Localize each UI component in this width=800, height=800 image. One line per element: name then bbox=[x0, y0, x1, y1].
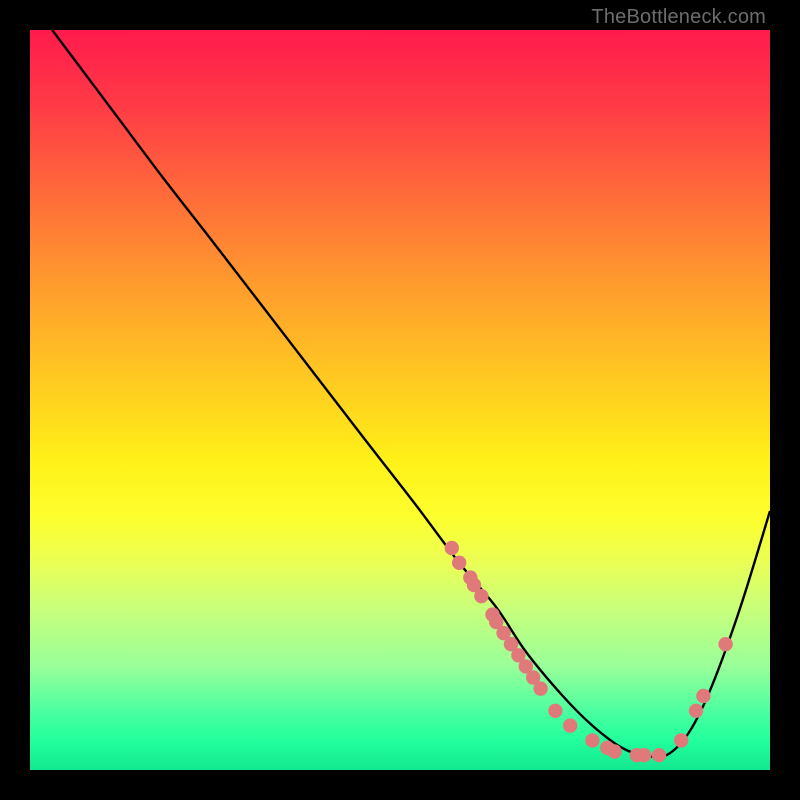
highlight-dots-group bbox=[445, 541, 733, 763]
highlight-dot bbox=[585, 733, 599, 747]
watermark-text: TheBottleneck.com bbox=[591, 6, 766, 29]
highlight-dot bbox=[637, 748, 651, 762]
highlight-dot bbox=[652, 748, 666, 762]
highlight-dot bbox=[474, 589, 488, 603]
highlight-dot bbox=[533, 681, 547, 695]
highlight-dot bbox=[696, 689, 710, 703]
highlight-dot bbox=[607, 744, 621, 758]
highlight-dot bbox=[445, 541, 459, 555]
chart-plot-area bbox=[30, 30, 770, 770]
highlight-dot bbox=[563, 718, 577, 732]
highlight-dot bbox=[689, 704, 703, 718]
highlight-dot bbox=[548, 704, 562, 718]
bottleneck-curve-path bbox=[52, 30, 770, 757]
curve-group bbox=[52, 30, 770, 757]
highlight-dot bbox=[452, 556, 466, 570]
highlight-dot bbox=[718, 637, 732, 651]
highlight-dot bbox=[674, 733, 688, 747]
bottleneck-curve-svg bbox=[30, 30, 770, 770]
